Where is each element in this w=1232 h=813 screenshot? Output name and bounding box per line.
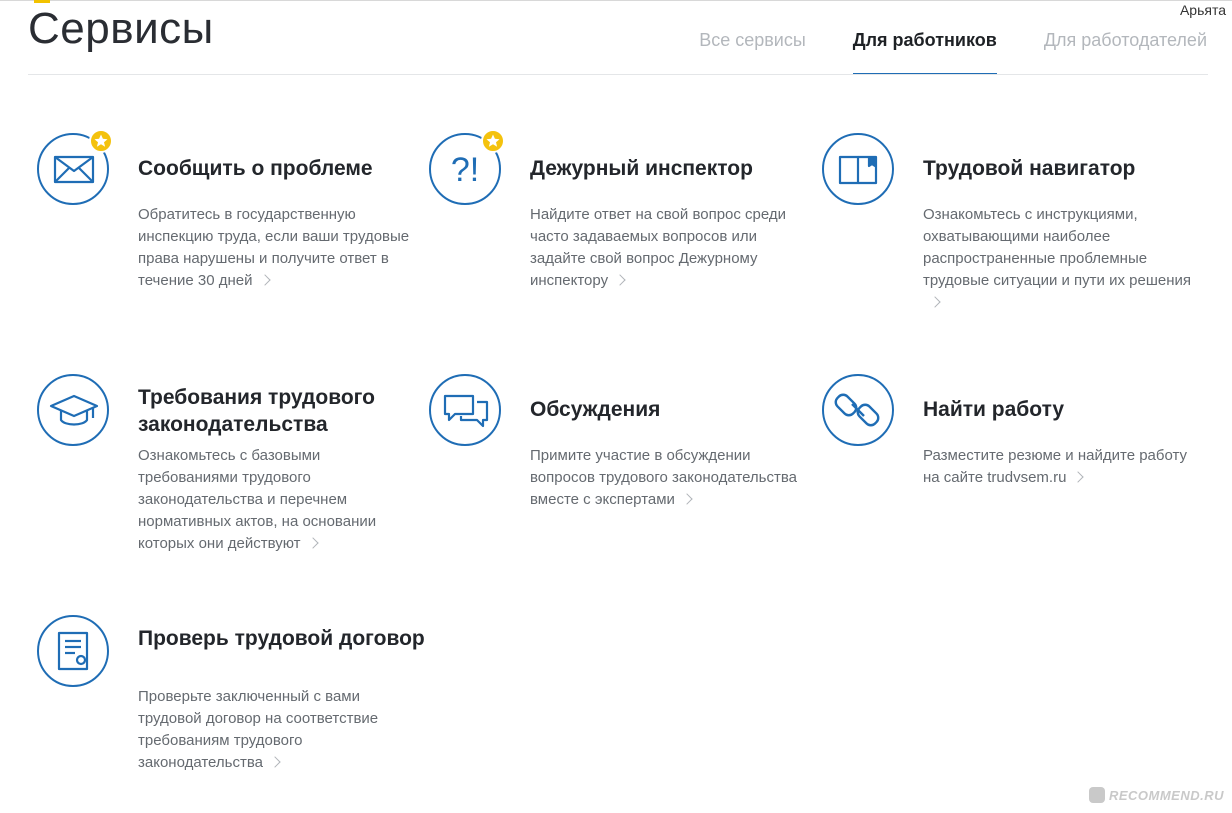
svg-text:?!: ?!	[451, 151, 479, 189]
chevron-right-icon	[306, 537, 319, 549]
card-description[interactable]: Ознакомьтесь с инструкциями, охватывающи…	[923, 204, 1198, 314]
card-title[interactable]: Требования трудового законодательства	[138, 384, 428, 438]
chevron-right-icon	[269, 756, 281, 768]
tab-for-employees[interactable]: Для работников	[852, 28, 997, 75]
page-title: Сервисы	[28, 4, 214, 53]
graduation-cap-icon	[37, 374, 109, 446]
card-description[interactable]: Разместите резюме и найдите работу на са…	[923, 445, 1198, 489]
chevron-right-icon	[929, 296, 941, 308]
card-description[interactable]: Ознакомьтесь с базовыми требованиями тру…	[138, 445, 413, 555]
chevron-right-icon	[681, 493, 693, 505]
link-icon	[822, 374, 894, 446]
tab-for-employers[interactable]: Для работодателей	[1044, 28, 1207, 75]
chevron-right-icon	[614, 274, 626, 286]
header-divider	[28, 74, 1208, 75]
card-description[interactable]: Примите участие в обсуждении вопросов тр…	[530, 445, 805, 511]
top-accent-bar	[34, 0, 50, 3]
recommend-logo-icon	[1088, 787, 1105, 803]
chat-bubbles-icon	[429, 374, 501, 446]
star-icon	[89, 129, 113, 153]
user-name[interactable]: Арьята	[1180, 2, 1226, 18]
book-icon	[822, 133, 894, 205]
contract-document-icon	[37, 615, 109, 687]
card-title[interactable]: Трудовой навигатор	[923, 155, 1213, 182]
card-description[interactable]: Проверьте заключенный с вами трудовой до…	[138, 686, 413, 774]
card-title[interactable]: Найти работу	[923, 396, 1213, 423]
card-title[interactable]: Обсуждения	[530, 396, 820, 423]
services-tabs: Все сервисы Для работников Для работодат…	[699, 28, 1207, 75]
chevron-right-icon	[1072, 471, 1085, 483]
card-description[interactable]: Найдите ответ на свой вопрос среди часто…	[530, 204, 805, 292]
tab-all-services[interactable]: Все сервисы	[699, 28, 806, 75]
chevron-right-icon	[258, 274, 271, 286]
top-border	[0, 0, 1232, 1]
watermark: RECOMMEND.RU	[1088, 787, 1224, 803]
card-title[interactable]: Проверь трудовой договор	[138, 625, 428, 652]
card-title[interactable]: Сообщить о проблеме	[138, 155, 428, 182]
card-description[interactable]: Обратитесь в государственную инспекцию т…	[138, 204, 413, 292]
star-icon	[481, 129, 505, 153]
card-title[interactable]: Дежурный инспектор	[530, 155, 820, 182]
